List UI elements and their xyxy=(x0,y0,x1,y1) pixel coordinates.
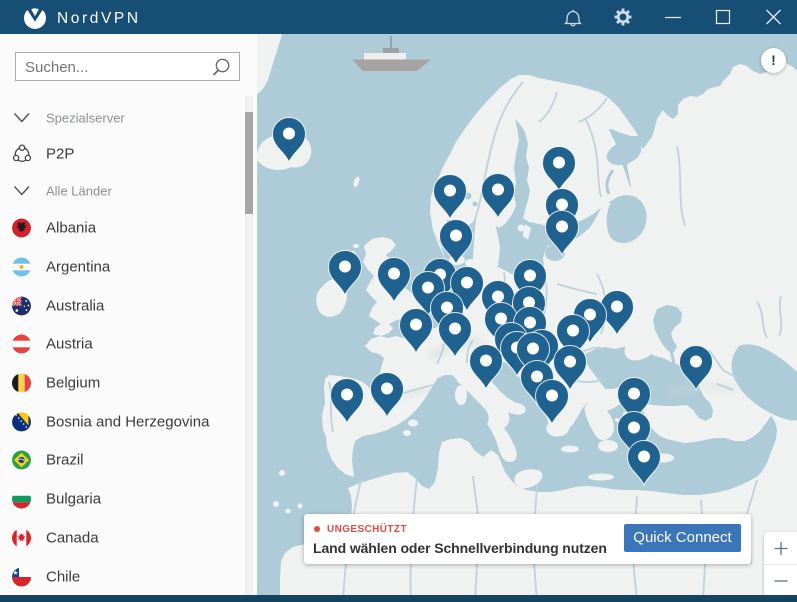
svg-text:NordVPN: NordVPN xyxy=(57,10,141,27)
